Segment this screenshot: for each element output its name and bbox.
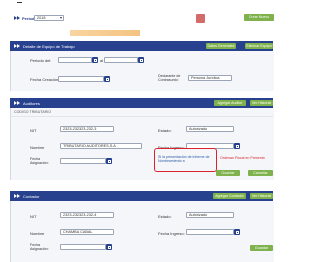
- ver-historial-button[interactable]: Ver Historial: [250, 193, 273, 199]
- calendar-icon[interactable]: [92, 57, 98, 63]
- double-chevron-icon: [14, 194, 20, 198]
- al-label: al: [100, 58, 104, 63]
- double-chevron-icon: [14, 44, 20, 48]
- estado-input[interactable]: Autorizado: [186, 126, 234, 132]
- fecha-ingreso-input[interactable]: [186, 229, 234, 235]
- nit-label: NIT: [30, 214, 37, 219]
- double-chevron-icon: [14, 101, 20, 105]
- fecha-ingreso-label: Fecha Ingreso:: [158, 231, 185, 236]
- crear-nuevo-button[interactable]: Crear Nuevo: [244, 14, 274, 21]
- detalle-title: Detalle de Equipo de Trabajo: [23, 43, 75, 49]
- periodo-al-input[interactable]: [104, 57, 138, 63]
- calendar-icon[interactable]: [234, 143, 240, 149]
- fecha-asignacion-input[interactable]: [60, 158, 106, 164]
- divider: [10, 116, 273, 117]
- fecha-asignacion-input[interactable]: [60, 244, 106, 250]
- nombre-label: Nombre: [30, 145, 45, 150]
- calendar-icon[interactable]: [234, 229, 240, 235]
- eliminar-equipo-button[interactable]: Eliminar Equipo: [245, 43, 273, 49]
- calendar-icon[interactable]: [106, 158, 112, 164]
- fecha-asignacion-label: Fecha Asignación:: [30, 157, 49, 165]
- top-bar: [10, 6, 273, 36]
- alert-text-right: Ordenan Fiscal en Presento: [220, 156, 265, 160]
- nit-input[interactable]: 2323-232323-232-4: [60, 212, 114, 218]
- datos-generales-button[interactable]: Datos Generales: [206, 43, 236, 49]
- periodo-del-input[interactable]: [58, 57, 92, 63]
- cancelar-button[interactable]: Cancelar: [248, 170, 273, 176]
- chevron-down-icon: [60, 17, 62, 19]
- nombre-label: Nombre: [30, 231, 45, 236]
- calendar-icon[interactable]: [104, 76, 110, 82]
- ver-historial-button[interactable]: Ver Historial: [250, 100, 273, 106]
- codigo-tributario-label: CODIGO TRIBUTARIO: [14, 110, 52, 114]
- calendar-icon[interactable]: [106, 244, 112, 250]
- estado-label: Estado:: [158, 128, 172, 133]
- estado-input[interactable]: Autorizado: [186, 212, 234, 218]
- fecha-creacion-label: Fecha Creación:: [30, 77, 60, 82]
- calendar-icon[interactable]: [196, 14, 205, 23]
- guardar-button[interactable]: Guardar: [250, 245, 273, 251]
- nit-label: NIT: [30, 128, 37, 133]
- periodo-del-label: Periodo del:: [30, 58, 52, 63]
- declarante-input[interactable]: Persona Jurídica: [188, 75, 232, 81]
- guardar-button[interactable]: Guardar: [216, 170, 240, 176]
- fecha-creacion-input[interactable]: [58, 76, 104, 82]
- nit-input[interactable]: 2323-232323-232-3: [60, 126, 114, 132]
- alert-text: Si la presentación de informe de Nombram…: [158, 155, 210, 164]
- stripe-decoration: [70, 30, 140, 36]
- estado-label: Estado:: [158, 214, 172, 219]
- declarante-label: Declarante de Contrasunto:: [158, 74, 181, 82]
- double-chevron-icon: [14, 16, 21, 20]
- agregar-auditor-button[interactable]: Agregar Auditor: [214, 100, 246, 106]
- cursor-line: [17, 2, 22, 3]
- calendar-icon[interactable]: [138, 57, 144, 63]
- auditores-title: Auditores: [23, 100, 40, 106]
- nombre-input[interactable]: CHAMBA CABAL: [60, 229, 114, 235]
- fecha-asignacion-label: Fecha Asignación:: [30, 243, 49, 251]
- agregar-contador-button[interactable]: Agregar Contador: [213, 193, 246, 199]
- contador-title: Contador: [23, 193, 40, 199]
- nombre-input[interactable]: TRIBUTARIO AUDITORES,S.A: [60, 143, 142, 149]
